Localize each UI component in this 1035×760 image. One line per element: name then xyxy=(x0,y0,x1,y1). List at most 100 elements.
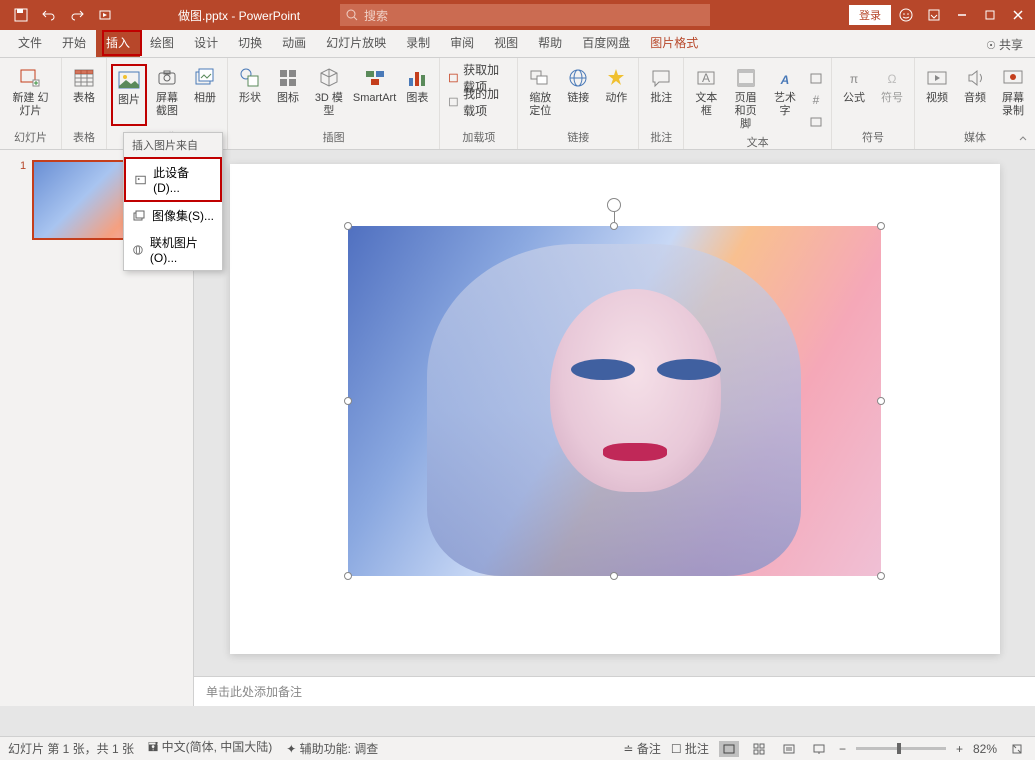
wordart-button[interactable]: A艺术字 xyxy=(767,64,803,126)
picture-dropdown: 插入图片来自 此设备(D)... 图像集(S)... 联机图片(O)... xyxy=(123,132,223,271)
picture-button[interactable]: 图片 xyxy=(111,64,147,126)
smartart-button[interactable]: SmartArt xyxy=(352,64,398,126)
tab-review[interactable]: 审阅 xyxy=(440,28,484,57)
dropdown-this-device[interactable]: 此设备(D)... xyxy=(124,157,222,202)
accessibility-status[interactable]: ✦ 辅助功能: 调查 xyxy=(286,740,378,757)
close-icon[interactable] xyxy=(1005,2,1031,28)
group-symbols: π公式 Ω符号 符号 xyxy=(832,58,915,149)
resize-handle-br[interactable] xyxy=(877,572,885,580)
canvas-viewport[interactable] xyxy=(194,150,1035,676)
login-button[interactable]: 登录 xyxy=(849,5,891,25)
notes-pane[interactable]: 单击此处添加备注 xyxy=(194,676,1035,706)
tab-slideshow[interactable]: 幻灯片放映 xyxy=(316,28,396,57)
slideshow-view-icon[interactable] xyxy=(809,741,829,757)
icons-button[interactable]: 图标 xyxy=(270,64,306,126)
ribbon-options-icon[interactable] xyxy=(921,2,947,28)
resize-handle-ml[interactable] xyxy=(344,397,352,405)
3d-models-button[interactable]: 3D 模型 xyxy=(308,64,350,126)
fit-to-window-icon[interactable] xyxy=(1007,741,1027,757)
resize-handle-tm[interactable] xyxy=(610,222,618,230)
album-button[interactable]: 相册 xyxy=(187,64,223,126)
object-button[interactable] xyxy=(805,112,827,132)
screenrec-button[interactable]: 屏幕录制 xyxy=(995,64,1031,126)
slide-counter[interactable]: 幻灯片 第 1 张，共 1 张 xyxy=(8,740,134,757)
sorter-view-icon[interactable] xyxy=(749,741,769,757)
resize-handle-bl[interactable] xyxy=(344,572,352,580)
dropdown-online-pictures[interactable]: 联机图片(O)... xyxy=(124,229,222,270)
table-button[interactable]: 表格 xyxy=(66,64,102,126)
comment-button[interactable]: 批注 xyxy=(643,64,679,126)
undo-icon[interactable] xyxy=(36,2,62,28)
group-slides: 新建 幻灯片 幻灯片 xyxy=(0,58,62,149)
dropdown-stock-images[interactable]: 图像集(S)... xyxy=(124,202,222,229)
symbol-button[interactable]: Ω符号 xyxy=(874,64,910,126)
maximize-icon[interactable] xyxy=(977,2,1003,28)
tab-draw[interactable]: 绘图 xyxy=(140,28,184,57)
share-button[interactable]: ☉ 共享 xyxy=(974,32,1035,57)
rotation-handle[interactable] xyxy=(607,198,621,212)
svg-text:#: # xyxy=(813,93,820,107)
redo-icon[interactable] xyxy=(64,2,90,28)
new-slide-button[interactable]: 新建 幻灯片 xyxy=(4,64,57,126)
tab-home[interactable]: 开始 xyxy=(52,28,96,57)
tab-help[interactable]: 帮助 xyxy=(528,28,572,57)
tab-animations[interactable]: 动画 xyxy=(272,28,316,57)
action-button[interactable]: 动作 xyxy=(598,64,634,126)
svg-text:π: π xyxy=(850,72,858,86)
tab-transitions[interactable]: 切换 xyxy=(228,28,272,57)
resize-handle-tr[interactable] xyxy=(877,222,885,230)
slide[interactable] xyxy=(230,164,1000,654)
screenshot-button[interactable]: 屏幕截图 xyxy=(149,64,185,126)
tab-bar: 文件 开始 插入 绘图 设计 切换 动画 幻灯片放映 录制 审阅 视图 帮助 百… xyxy=(0,30,1035,58)
notes-toggle[interactable]: ≐ 备注 xyxy=(623,740,660,757)
canvas-area: 单击此处添加备注 xyxy=(194,150,1035,706)
tab-file[interactable]: 文件 xyxy=(8,28,52,57)
zoom-slider[interactable] xyxy=(856,747,946,750)
svg-text:Ω: Ω xyxy=(888,72,897,86)
slidenum-button[interactable]: # xyxy=(805,90,827,110)
tab-baidu[interactable]: 百度网盘 xyxy=(572,28,640,57)
chart-button[interactable]: 图表 xyxy=(399,64,435,126)
comments-toggle[interactable]: ☐ 批注 xyxy=(671,740,709,757)
resize-handle-bm[interactable] xyxy=(610,572,618,580)
zoom-in[interactable]: + xyxy=(956,742,963,756)
face-icon[interactable] xyxy=(893,2,919,28)
zoom-level[interactable]: 82% xyxy=(973,742,997,756)
save-icon[interactable] xyxy=(8,2,34,28)
headerfooter-button[interactable]: 页眉和页脚 xyxy=(726,64,765,126)
dropdown-header: 插入图片来自 xyxy=(124,133,222,157)
video-button[interactable]: 视频 xyxy=(919,64,955,126)
language-indicator[interactable]: 🖬 中文(简体, 中国大陆) xyxy=(148,738,272,759)
my-addins-button[interactable]: 我的加载项 xyxy=(444,92,513,112)
normal-view-icon[interactable] xyxy=(719,741,739,757)
textbox-button[interactable]: A文本框 xyxy=(688,64,724,126)
window-title: 做图.pptx - PowerPoint xyxy=(178,7,300,24)
audio-button[interactable]: 音频 xyxy=(957,64,993,126)
zoom-button[interactable]: 缩放定位 xyxy=(522,64,558,126)
svg-text:A: A xyxy=(702,71,710,85)
thumbnail-number: 1 xyxy=(20,160,26,240)
tab-view[interactable]: 视图 xyxy=(484,28,528,57)
search-box[interactable]: 搜索 xyxy=(340,4,710,26)
selected-image[interactable] xyxy=(348,226,881,576)
resize-handle-mr[interactable] xyxy=(877,397,885,405)
resize-handle-tl[interactable] xyxy=(344,222,352,230)
start-icon[interactable] xyxy=(92,2,118,28)
statusbar-right: ≐ 备注 ☐ 批注 − + 82% xyxy=(623,740,1027,757)
rotation-line xyxy=(614,212,615,222)
reading-view-icon[interactable] xyxy=(779,741,799,757)
tab-insert[interactable]: 插入 xyxy=(96,28,140,57)
tab-record[interactable]: 录制 xyxy=(396,28,440,57)
tab-design[interactable]: 设计 xyxy=(184,28,228,57)
titlebar: 做图.pptx - PowerPoint 搜索 登录 xyxy=(0,0,1035,30)
shapes-button[interactable]: 形状 xyxy=(232,64,268,126)
equation-button[interactable]: π公式 xyxy=(836,64,872,126)
minimize-icon[interactable] xyxy=(949,2,975,28)
svg-text:A: A xyxy=(780,73,790,87)
date-button[interactable] xyxy=(805,68,827,88)
zoom-out[interactable]: − xyxy=(839,742,846,756)
tab-picture-format[interactable]: 图片格式 xyxy=(640,28,708,57)
group-links: 缩放定位 链接 动作 链接 xyxy=(518,58,639,149)
link-button[interactable]: 链接 xyxy=(560,64,596,126)
collapse-ribbon-icon[interactable] xyxy=(1017,133,1029,145)
